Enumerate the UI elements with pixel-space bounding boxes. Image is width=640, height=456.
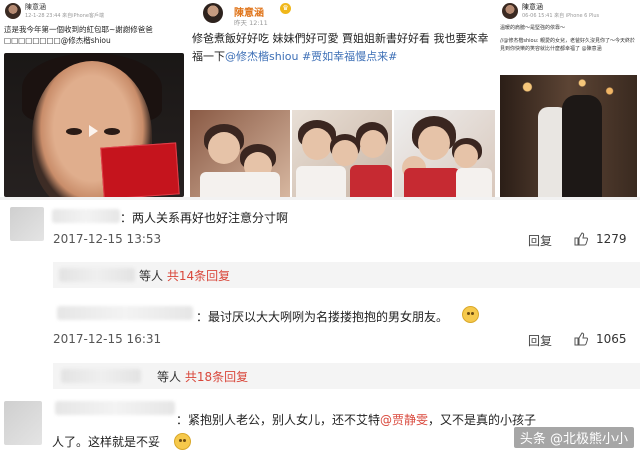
subreply-count-link[interactable]: 共14条回复 <box>167 269 230 283</box>
avatar[interactable] <box>4 401 42 445</box>
video-play-icon[interactable] <box>89 125 98 137</box>
right-post-caption: 溫暖的肩膀～是堅強的依靠～ <box>500 25 566 31</box>
subreply-summary[interactable]: 等人 共18条回复 <box>53 363 640 389</box>
thumbs-up-icon[interactable] <box>574 332 588 346</box>
middle-post-time: 昨天 12:11 <box>234 19 268 27</box>
thumbs-up-icon[interactable] <box>574 232 588 246</box>
right-post-panel: 陳意涵 06-06 15:41 來自 iPhone 6 Plus 溫暖的肩膀～是… <box>497 0 640 197</box>
comment-text-body: ：紧抱别人老公，别人女儿，还不艾特 <box>176 413 381 427</box>
avatar[interactable] <box>5 3 21 19</box>
left-post-header: 陳意涵 12-1-28 23:44 來自iPhone客戶端 <box>0 0 186 22</box>
comment-date: 2017-12-15 13:53 <box>53 232 162 246</box>
divider <box>0 197 640 200</box>
like-count: 1279 <box>596 232 627 246</box>
blurred-user-name <box>61 369 141 383</box>
weibo-screenshot-page: 陳意涵 12-1-28 23:44 來自iPhone客戶端 這是我今年第一個收到… <box>0 0 640 456</box>
middle-post-photo-2[interactable] <box>292 110 392 197</box>
watermark: 头条 @北极熊小小 <box>513 427 634 448</box>
middle-post-header: 陳意涵 ♛ 昨天 12:11 <box>188 0 495 27</box>
red-envelope <box>100 142 180 197</box>
middle-post-photo-3[interactable] <box>394 110 495 197</box>
photo-eye-left <box>66 128 82 135</box>
blurred-user-name[interactable] <box>55 401 175 415</box>
comment-text: ：最讨厌以大大咧咧为名搂搂抱抱的男女朋友。 <box>196 310 449 324</box>
photo-eye-right <box>104 128 120 135</box>
comment-text-tail: ，又不是真的小孩子 <box>428 413 537 427</box>
photo-face <box>302 128 332 160</box>
left-post-panel: 陳意涵 12-1-28 23:44 來自iPhone客戶端 這是我今年第一個收到… <box>0 0 186 197</box>
reply-button[interactable]: 回复 <box>528 332 552 349</box>
photo-clothes <box>350 165 392 197</box>
right-post-photo[interactable] <box>500 75 637 197</box>
right-post-time: 06-06 15:41 來自 iPhone 6 Plus <box>522 13 600 19</box>
blurred-user-name <box>59 268 135 282</box>
photo-clothes <box>404 168 460 197</box>
right-post-header: 陳意涵 06-06 15:41 來自 iPhone 6 Plus <box>497 0 640 22</box>
left-post-user-name[interactable]: 陳意涵 <box>25 2 46 12</box>
mention-link[interactable]: @贾静雯 <box>380 413 428 427</box>
comment-date: 2017-12-15 16:31 <box>53 332 162 346</box>
photo-face <box>208 132 240 164</box>
middle-post-photo-1[interactable] <box>190 110 290 197</box>
middle-post-text: 修爸煮飯好好吃 妹妹們好可愛 賈姐姐新書好好看 我也要來幸福一下@修杰楷shio… <box>192 30 494 66</box>
subreply-text: 等人 共14条回复 <box>139 267 230 284</box>
avatar[interactable] <box>203 3 223 23</box>
left-post-time: 12-1-28 23:44 來自iPhone客戶端 <box>25 13 104 19</box>
comment-text-line2: 人了。这样就是不妥 <box>52 435 161 449</box>
photo-face <box>418 126 450 160</box>
subreply-text: 等人 共18条回复 <box>157 368 248 385</box>
left-post-photo[interactable] <box>4 53 184 197</box>
photo-face <box>360 130 386 158</box>
subreply-summary[interactable]: 等人 共14条回复 <box>53 262 640 288</box>
subreply-prefix: 等人 <box>139 269 164 283</box>
mention-link[interactable]: @修杰楷shiou <box>225 50 298 63</box>
blurred-user-name[interactable] <box>57 306 193 320</box>
hashtag-link[interactable]: #贾如幸福慢点来# <box>302 50 397 63</box>
right-post-text: 溫暖的肩膀～是堅強的依靠～ //@修杰楷shiou: 親愛的女兒，老爸好久沒見你… <box>500 24 640 53</box>
middle-post-panel: 陳意涵 ♛ 昨天 12:11 修爸煮飯好好吃 妹妹們好可愛 賈姐姐新書好好看 我… <box>188 0 495 197</box>
like-count: 1065 <box>596 332 627 346</box>
comment-item: ：最讨厌以大大咧咧为名搂搂抱抱的男女朋友。 2017-12-15 16:31 回… <box>0 300 640 392</box>
comment-text: ：紧抱别人老公，别人女儿，还不艾特@贾静雯，又不是真的小孩子 <box>176 411 536 428</box>
photo-clothes <box>200 172 280 197</box>
right-post-user-name[interactable]: 陳意涵 <box>522 2 543 12</box>
smile-emoji-icon <box>174 433 191 450</box>
blurred-user-name[interactable] <box>52 209 120 223</box>
avatar[interactable] <box>10 207 44 241</box>
avatar[interactable] <box>502 3 518 19</box>
comment-text: ：两人关系再好也好注意分寸啊 <box>120 211 289 225</box>
subreply-prefix: 等人 <box>157 370 182 384</box>
member-crown-icon: ♛ <box>280 3 291 14</box>
photo-person <box>562 95 602 197</box>
photo-face <box>454 144 478 168</box>
photo-clothes <box>296 166 346 197</box>
reply-button[interactable]: 回复 <box>528 232 552 249</box>
photo-face <box>332 140 358 166</box>
post-collage: 陳意涵 12-1-28 23:44 來自iPhone客戶端 這是我今年第一個收到… <box>0 0 640 197</box>
left-post-text: 這是我今年第一個收到的紅包耶~謝謝修爸爸 □□□□□□□□@修杰楷shiou <box>4 25 153 45</box>
right-post-repost-text: //@修杰楷shiou: 親愛的女兒，老爸好久沒見你了～今天終於見到你快樂的笑容… <box>500 38 636 52</box>
smile-emoji-icon <box>462 306 479 323</box>
subreply-count-link[interactable]: 共18条回复 <box>185 370 248 384</box>
comment-item: ：两人关系再好也好注意分寸啊 2017-12-15 13:53 回复 1279 … <box>0 205 640 297</box>
photo-clothes <box>456 168 492 197</box>
